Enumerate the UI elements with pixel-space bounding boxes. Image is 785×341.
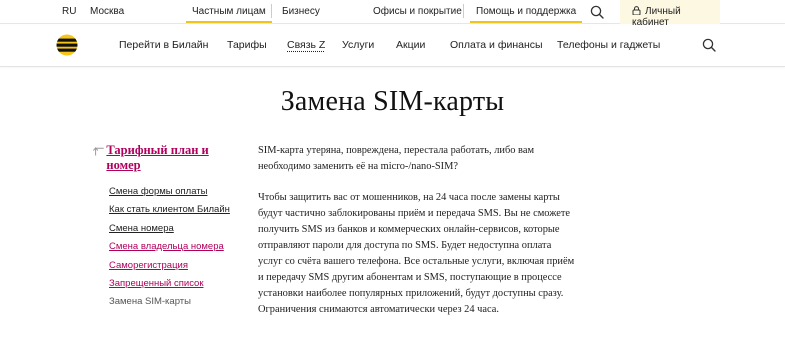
nav-go-to-beeline[interactable]: Перейти в Билайн [119, 39, 208, 51]
sidebar-item-change-number[interactable]: Смена номера [109, 220, 232, 238]
nav-promotions[interactable]: Акции [396, 39, 425, 51]
nav-payment-finance[interactable]: Оплата и финансы [450, 39, 543, 51]
sidebar-item-self-registration[interactable]: Саморегистрация [109, 257, 232, 275]
page-title: Замена SIM-карты [280, 86, 505, 117]
personal-account-button[interactable]: Личный кабинет [620, 0, 720, 28]
sidebar-category[interactable]: Тарифный план и номер [92, 143, 232, 173]
lock-icon [632, 6, 641, 15]
sidebar-item-change-owner[interactable]: Смена владельца номера [109, 238, 232, 256]
nav-services[interactable]: Услуги [342, 39, 374, 51]
beeline-logo[interactable] [56, 34, 78, 56]
sidebar-item-become-client[interactable]: Как стать клиентом Билайн [109, 201, 232, 219]
nav-phones-gadgets[interactable]: Телефоны и гаджеты [557, 39, 660, 51]
sidebar-category-title[interactable]: Тарифный план и номер [106, 143, 232, 173]
sidebar-list: Смена формы оплаты Как стать клиентом Би… [92, 183, 232, 312]
intro-text: SIM-карта утеряна, повреждена, перестала… [258, 145, 535, 172]
sidebar-item-payment-form[interactable]: Смена формы оплаты [109, 183, 232, 201]
sidebar: Тарифный план и номер Смена формы оплаты… [92, 143, 232, 312]
main-header: Перейти в Билайн Тарифы Связь Z Услуги А… [0, 25, 785, 67]
sidebar-item-sim-replacement: Замена SIM-карты [109, 296, 191, 308]
sidebar-item-blacklist[interactable]: Запрещенный список [109, 275, 232, 293]
search-icon[interactable] [590, 5, 604, 19]
tab-private-clients[interactable]: Частным лицам [186, 6, 272, 23]
divider [271, 4, 272, 18]
nav-svyaz-z[interactable]: Связь Z [287, 39, 325, 51]
nav-tariffs[interactable]: Тарифы [227, 39, 267, 51]
back-arrow-icon[interactable] [92, 144, 106, 158]
top-utility-bar: RU Москва Частным лицам Бизнесу Офисы и … [0, 0, 785, 28]
tab-offices-coverage[interactable]: Офисы и покрытие [373, 6, 462, 17]
tab-help-support[interactable]: Помощь и поддержка [469, 6, 583, 23]
language-switch[interactable]: RU [62, 6, 76, 17]
city-selector[interactable]: Москва [90, 6, 124, 17]
info-paragraph: Чтобы защитить вас от мошенников, на 24 … [258, 192, 575, 315]
tab-business[interactable]: Бизнесу [282, 6, 320, 17]
search-icon[interactable] [702, 38, 716, 52]
divider [463, 4, 464, 18]
article-content: SIM-карта утеряна, повреждена, перестала… [258, 143, 578, 318]
